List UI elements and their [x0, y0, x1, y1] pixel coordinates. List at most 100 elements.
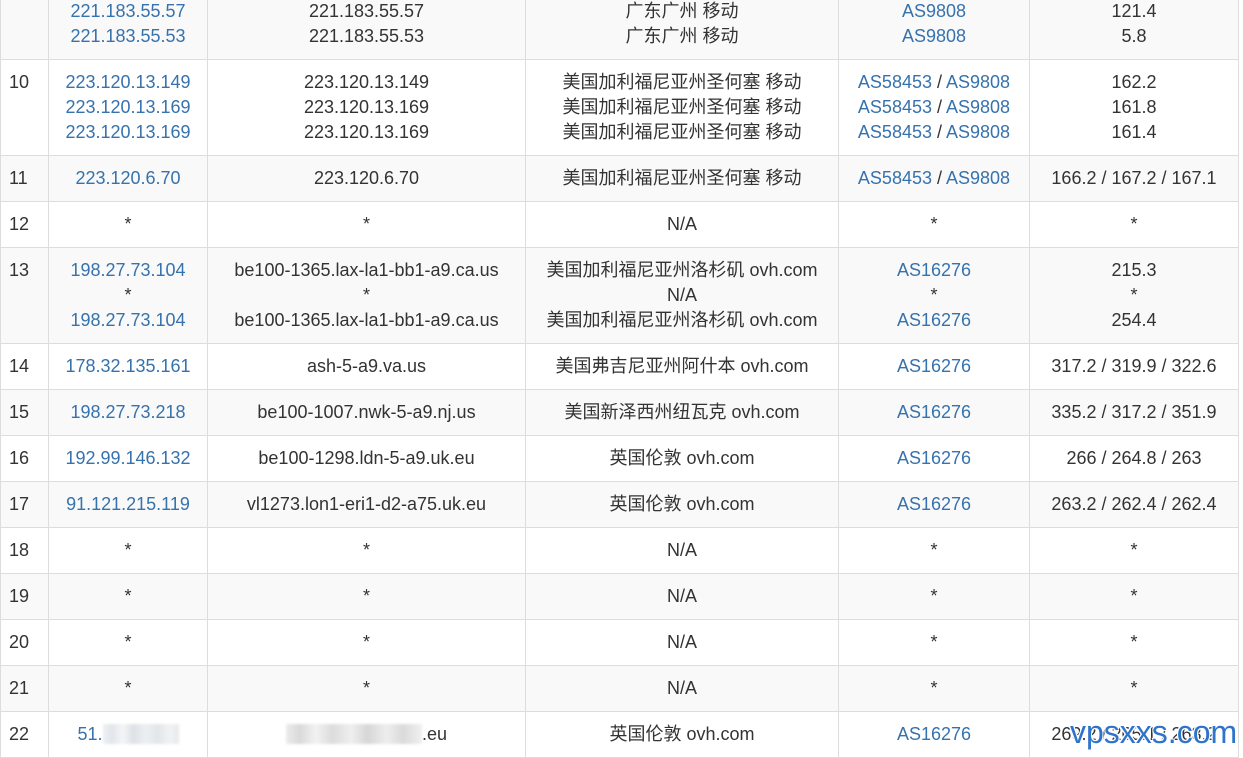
ip-link[interactable]: 221.183.55.53 [70, 24, 185, 49]
location-cell: N/A [525, 619, 839, 666]
hop-number: 20 [0, 619, 49, 666]
as-line: AS58453 / AS9808 [847, 166, 1021, 191]
latency: * [1130, 678, 1138, 698]
as-cell: * [838, 665, 1030, 712]
as-separator: / [932, 168, 947, 188]
as-text: * [930, 540, 938, 560]
as-link[interactable]: AS9808 [946, 97, 1010, 117]
hop-row: 11 223.120.6.70 223.120.6.70 美国加利福尼亚州圣何塞… [0, 155, 1239, 202]
as-link[interactable]: AS9808 [946, 122, 1010, 142]
latency: 166.2 / 167.2 / 167.1 [1051, 168, 1217, 188]
ip-link[interactable]: 223.120.13.149 [65, 70, 190, 95]
hostname-cell: 223.120.6.70 [207, 155, 526, 202]
as-link[interactable]: AS16276 [897, 310, 971, 330]
location: N/A [666, 285, 697, 305]
ip-link[interactable]: 198.27.73.104 [70, 258, 185, 283]
location: 美国弗吉尼亚州阿什本 ovh.com [555, 356, 809, 376]
hop-row: 10 223.120.13.149 223.120.13.169 223.120… [0, 59, 1239, 156]
location-cell: 美国加利福尼亚州圣何塞 移动 [525, 155, 839, 202]
location: 美国加利福尼亚州圣何塞 移动 [562, 122, 802, 142]
latency-cell: 269.2 / 265.1 / 263.2 [1029, 711, 1239, 758]
as-link[interactable]: AS58453 [858, 122, 932, 142]
ip-link[interactable]: 223.120.13.169 [65, 120, 190, 145]
latency: 162.2 [1111, 72, 1157, 92]
as-line: AS16276 [847, 354, 1021, 379]
hostname-cell: ash-5-a9.va.us [207, 343, 526, 390]
location: 美国加利福尼亚州洛杉矶 ovh.com [546, 310, 818, 330]
hostname-cell: * [207, 619, 526, 666]
latency-cell: * [1029, 201, 1239, 248]
ip-link[interactable]: 223.120.13.169 [65, 95, 190, 120]
as-link[interactable]: AS9808 [902, 26, 966, 46]
as-cell: AS58453 / AS9808 [838, 155, 1030, 202]
as-link[interactable]: AS16276 [897, 356, 971, 376]
as-link[interactable]: AS58453 [858, 72, 932, 92]
ip-cell: 198.27.73.218 [48, 389, 208, 436]
ip-cell: * [48, 527, 208, 574]
hop-number: 22 [0, 711, 49, 758]
ip-link[interactable]: 221.183.55.57 [70, 0, 185, 24]
hostname: .eu [421, 724, 448, 744]
hostname: vl1273.lon1-eri1-d2-a75.uk.eu [246, 494, 487, 514]
hop-number: 15 [0, 389, 49, 436]
location: N/A [666, 678, 697, 698]
hop-number: 21 [0, 665, 49, 712]
as-separator: / [932, 122, 947, 142]
redacted-ip-blur [102, 724, 179, 744]
hostname: * [362, 586, 370, 606]
hostname: * [362, 214, 370, 234]
ip-cell: * [48, 573, 208, 620]
hostname: be100-1365.lax-la1-bb1-a9.ca.us [234, 260, 499, 280]
location-cell: 美国加利福尼亚州圣何塞 移动 美国加利福尼亚州圣何塞 移动 美国加利福尼亚州圣何… [525, 59, 839, 156]
hop-row: 20 * * N/A * * [0, 619, 1239, 666]
ip-link[interactable]: 192.99.146.132 [65, 446, 190, 471]
as-link[interactable]: AS16276 [897, 724, 971, 744]
as-link[interactable]: AS9808 [902, 1, 966, 21]
hop-row: 22 51. .eu 英国伦敦 ovh.com AS16276 269.2 / … [0, 711, 1239, 758]
location: 广东广州 移动 [625, 1, 739, 21]
hostname-cell: be100-1298.ldn-5-a9.uk.eu [207, 435, 526, 482]
as-link[interactable]: AS58453 [858, 168, 932, 188]
hostname-cell: be100-1007.nwk-5-a9.nj.us [207, 389, 526, 436]
ip-cell: 221.183.55.57 221.183.55.53 [48, 0, 208, 60]
ip-link[interactable]: 91.121.215.119 [66, 492, 190, 517]
ip-link[interactable]: 198.27.73.218 [70, 400, 185, 425]
as-line: AS58453 / AS9808 [847, 70, 1021, 95]
hostname: 223.120.6.70 [313, 168, 420, 188]
hop-number: 12 [0, 201, 49, 248]
location: 广东广州 移动 [625, 26, 739, 46]
as-line: AS16276 [847, 446, 1021, 471]
hop-number: 18 [0, 527, 49, 574]
as-cell: AS16276 [838, 389, 1030, 436]
hostname: be100-1007.nwk-5-a9.nj.us [257, 402, 476, 422]
latency-cell: 166.2 / 167.2 / 167.1 [1029, 155, 1239, 202]
latency-cell: 317.2 / 319.9 / 322.6 [1029, 343, 1239, 390]
hostname-cell: be100-1365.lax-la1-bb1-a9.ca.us * be100-… [207, 247, 526, 344]
latency: 121.4 [1111, 1, 1157, 21]
as-link[interactable]: AS58453 [858, 97, 932, 117]
hop-number: 14 [0, 343, 49, 390]
as-link[interactable]: AS16276 [897, 402, 971, 422]
hostname: be100-1365.lax-la1-bb1-a9.ca.us [234, 310, 499, 330]
as-link[interactable]: AS9808 [946, 72, 1010, 92]
as-link[interactable]: AS16276 [897, 448, 971, 468]
ip-link[interactable]: 223.120.6.70 [75, 166, 180, 191]
ip-cell: * [48, 201, 208, 248]
hop-number: 16 [0, 435, 49, 482]
as-separator: / [932, 72, 947, 92]
ip-link[interactable]: 51. [77, 724, 102, 744]
ip-cell: * [48, 665, 208, 712]
hostname: * [362, 632, 370, 652]
as-link[interactable]: AS16276 [897, 260, 971, 280]
ip-link[interactable]: 198.27.73.104 [70, 308, 185, 333]
hostname-cell: * [207, 527, 526, 574]
ip-link[interactable]: 178.32.135.161 [65, 354, 190, 379]
hop-number: 17 [0, 481, 49, 528]
as-cell: * [838, 527, 1030, 574]
latency-cell: 162.2 161.8 161.4 [1029, 59, 1239, 156]
location: 英国伦敦 ovh.com [609, 448, 755, 468]
ip-cell: 51. [48, 711, 208, 758]
as-link[interactable]: AS9808 [946, 168, 1010, 188]
ip-cell: 192.99.146.132 [48, 435, 208, 482]
as-link[interactable]: AS16276 [897, 494, 971, 514]
